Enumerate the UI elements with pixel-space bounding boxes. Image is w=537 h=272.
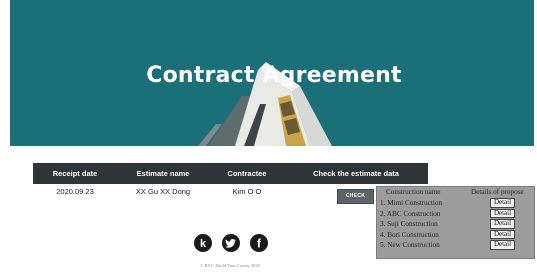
- list-item: 2. ABC Construction Detail: [377, 208, 534, 220]
- check-button[interactable]: CHECK: [337, 189, 374, 204]
- list-item: 1. Mimi Construction Detail: [377, 198, 534, 209]
- page-title: Contract Agreement: [146, 63, 402, 88]
- popup-header-construction-name: Construction name: [386, 188, 441, 196]
- construction-popup: Construction name Details of propose 1. …: [376, 186, 535, 259]
- table-header: Receipt date Estimate name Contractee Ch…: [33, 163, 428, 184]
- twitter-icon[interactable]: [222, 234, 240, 252]
- detail-button[interactable]: Detail: [490, 229, 515, 239]
- kakaostory-glyph: k: [200, 238, 207, 250]
- column-header-estimate-name: Estimate name: [136, 169, 190, 178]
- list-item: 4. Bori Construction Detail: [377, 229, 534, 241]
- construction-name: 2. ABC Construction: [380, 209, 441, 218]
- kakaostory-icon[interactable]: k: [194, 234, 212, 252]
- column-header-receipt-date: Receipt date: [52, 169, 98, 178]
- copyright-text: © BYC_Build Your Carrier 2020: [200, 263, 260, 268]
- column-header-contractee: Contractee: [227, 169, 267, 178]
- detail-button[interactable]: Detail: [490, 198, 515, 208]
- construction-name: 1. Mimi Construction: [380, 199, 443, 207]
- detail-button[interactable]: Detail: [490, 240, 515, 250]
- cell-contractee: Kim O O: [232, 187, 262, 196]
- hero-banner: Contract Agreement: [10, 0, 534, 146]
- construction-name: 5. New Construction: [380, 241, 440, 249]
- construction-name: 3. Suji Construction: [380, 220, 438, 228]
- list-item: 5. New Construction Detail: [377, 240, 534, 251]
- cell-receipt-date: 2020.09.23: [56, 187, 94, 196]
- facebook-icon[interactable]: f: [250, 234, 268, 252]
- cell-estimate-name: XX Gu XX Dong: [135, 187, 191, 196]
- detail-button[interactable]: Detail: [490, 219, 515, 229]
- construction-name: 4. Bori Construction: [380, 230, 439, 239]
- column-header-check-estimate: Check the estimate data: [313, 169, 399, 178]
- popup-header-details: Details of propose: [471, 188, 524, 196]
- list-item: 3. Suji Construction Detail: [377, 219, 534, 230]
- facebook-glyph: f: [257, 237, 262, 251]
- detail-button[interactable]: Detail: [490, 208, 515, 218]
